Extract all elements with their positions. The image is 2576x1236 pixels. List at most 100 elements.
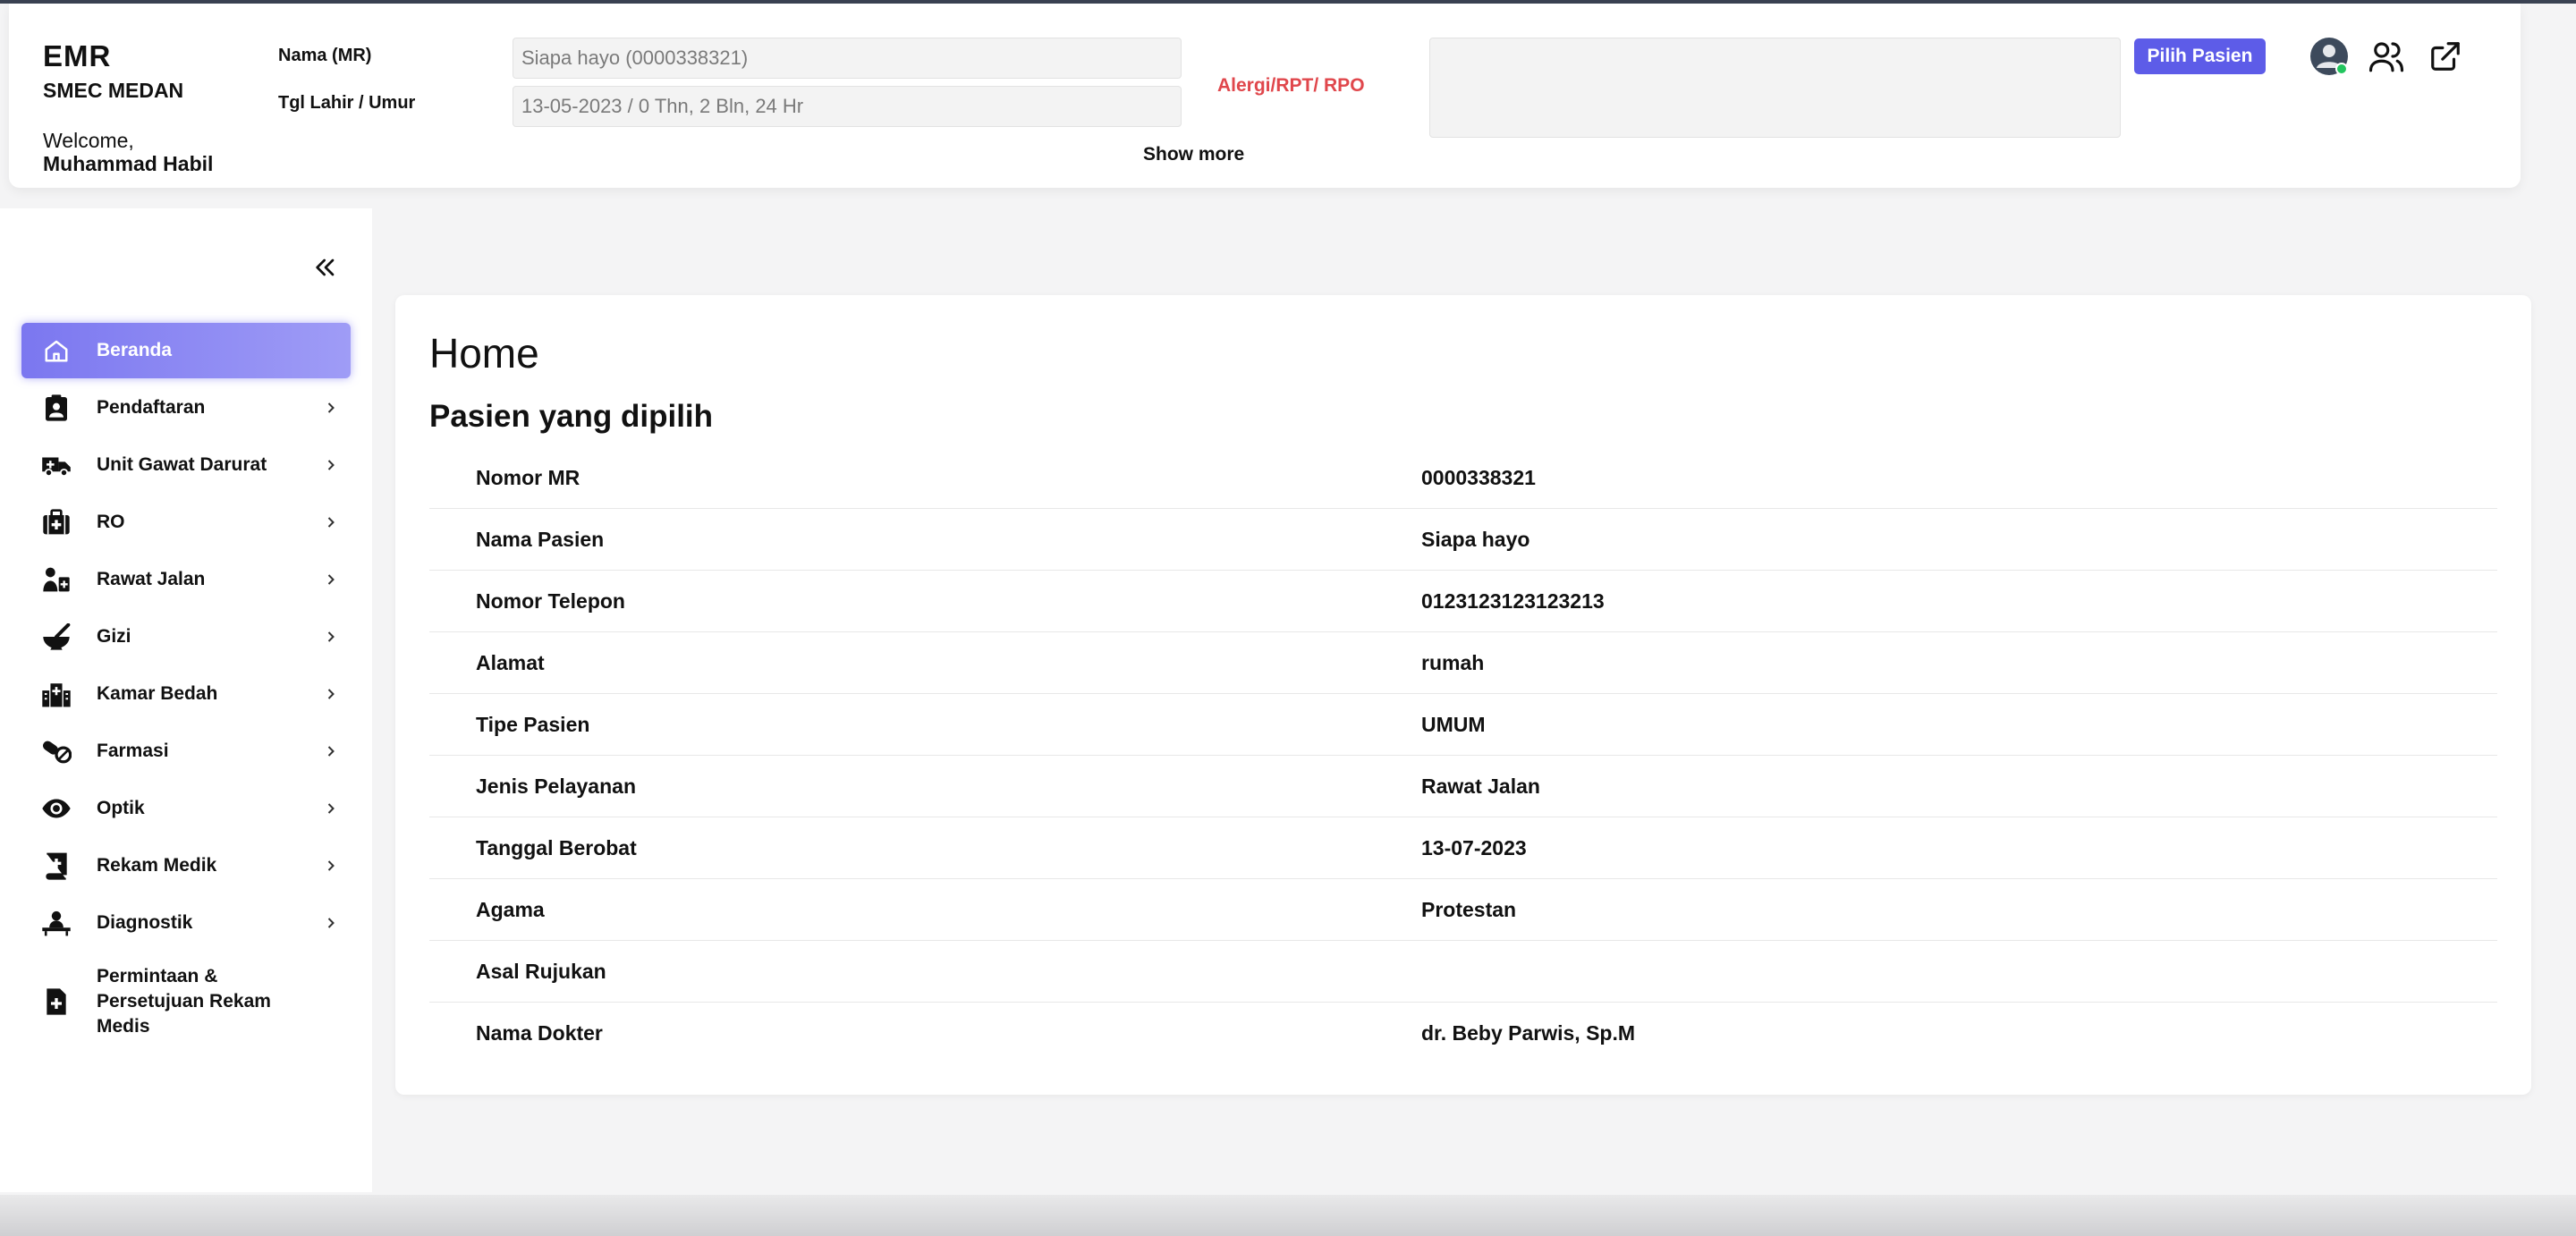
site-name: SMEC MEDAN — [43, 79, 184, 102]
table-row: Jenis Pelayanan Rawat Jalan — [429, 756, 2497, 817]
patient-name-field[interactable]: Siapa hayo (0000338321) — [513, 38, 1182, 79]
clipboard-user-icon — [41, 393, 72, 423]
row-label: Jenis Pelayanan — [476, 774, 636, 798]
selected-patient-card: Home Pasien yang dipilih Nomor MR 000033… — [395, 295, 2531, 1095]
table-row: Nomor Telepon 0123123123123213 — [429, 571, 2497, 632]
chevron-right-icon — [327, 918, 335, 928]
chevron-right-icon — [327, 860, 335, 871]
eye-icon — [41, 793, 72, 824]
chevron-right-icon — [327, 746, 335, 757]
sidebar-item-label: Gizi — [97, 626, 131, 647]
sidebar-item-beranda[interactable]: Beranda — [21, 323, 351, 378]
table-row: Asal Rujukan — [429, 941, 2497, 1003]
sidebar-item-label: Permintaan & Persetujuan Rekam Medis — [97, 966, 271, 1037]
row-label: Tipe Pasien — [476, 712, 590, 736]
table-row: Tipe Pasien UMUM — [429, 694, 2497, 756]
sidebar-item-label: Diagnostik — [97, 912, 193, 933]
row-label: Asal Rujukan — [476, 959, 606, 983]
chevron-right-icon — [327, 803, 335, 814]
section-title: Pasien yang dipilih — [429, 399, 714, 434]
row-value: 13-07-2023 — [1421, 835, 1527, 859]
sidebar-item-label: Pendaftaran — [97, 397, 206, 418]
chevron-right-icon — [327, 517, 335, 528]
chevron-right-icon — [327, 402, 335, 413]
sidebar-item-ro[interactable]: RO — [21, 495, 351, 550]
sidebar-item-rekam-medik[interactable]: Rekam Medik — [21, 838, 351, 893]
row-label: Nama Pasien — [476, 527, 605, 551]
user-name: Muhammad Habil — [43, 152, 214, 175]
welcome-label: Welcome, — [43, 129, 134, 152]
row-label: Nomor Telepon — [476, 588, 625, 613]
sidebar-item-label: Farmasi — [97, 741, 169, 761]
sidebar-item-diagnostik[interactable]: Diagnostik — [21, 895, 351, 951]
ambulance-icon — [41, 450, 72, 480]
collapse-sidebar-button[interactable] — [311, 253, 340, 282]
app-name: EMR — [43, 39, 112, 72]
sidebar-item-label: Kamar Bedah — [97, 683, 218, 704]
sidebar-item-kamar-bedah[interactable]: Kamar Bedah — [21, 666, 351, 722]
pick-patient-button[interactable]: Pilih Pasien — [2134, 38, 2266, 74]
open-external-button[interactable] — [2424, 35, 2467, 78]
table-row: Alamat rumah — [429, 632, 2497, 694]
row-value: Protestan — [1421, 897, 1517, 921]
table-row: Nomor MR 0000338321 — [429, 447, 2497, 509]
table-row: Agama Protestan — [429, 879, 2497, 941]
sidebar-item-label: Unit Gawat Darurat — [97, 454, 267, 475]
header: EMR SMEC MEDAN Welcome, Muhammad Habil N… — [9, 4, 2521, 188]
chevrons-left-icon — [316, 258, 335, 276]
dob-field[interactable]: 13-05-2023 / 0 Thn, 2 Bln, 24 Hr — [513, 86, 1182, 127]
pills-icon — [41, 736, 72, 766]
row-value: Rawat Jalan — [1421, 774, 1540, 798]
chevron-right-icon — [327, 631, 335, 642]
doctor-examination-icon — [41, 908, 72, 938]
sidebar-item-label: Optik — [97, 798, 145, 818]
row-value: UMUM — [1421, 712, 1486, 736]
dob-label: Tgl Lahir / Umur — [278, 93, 416, 113]
allergy-label: Alergi/RPT/ RPO — [1217, 75, 1365, 96]
page-title: Home — [429, 330, 539, 377]
hospital-icon — [41, 679, 72, 709]
sidebar-item-ugd[interactable]: Unit Gawat Darurat — [21, 437, 351, 493]
row-value: rumah — [1421, 650, 1485, 674]
sidebar: Beranda Pendaftaran Unit Gawat Darurat R… — [0, 208, 372, 1192]
window-bottom-edge — [0, 1195, 2576, 1236]
sidebar-item-optik[interactable]: Optik — [21, 781, 351, 836]
home-icon — [41, 335, 72, 366]
row-label: Nomor MR — [476, 465, 580, 489]
sidebar-item-rawat-jalan[interactable]: Rawat Jalan — [21, 552, 351, 607]
chevron-right-icon — [327, 460, 335, 470]
mortar-pestle-icon — [41, 622, 72, 652]
chevron-right-icon — [327, 689, 335, 699]
row-label: Agama — [476, 897, 545, 921]
medical-book-icon — [41, 851, 72, 881]
sidebar-item-label: Beranda — [97, 340, 173, 360]
chevron-right-icon — [327, 574, 335, 585]
row-value: Siapa hayo — [1421, 527, 1530, 551]
users-icon — [2368, 42, 2404, 72]
row-value: 0123123123123213 — [1421, 588, 1605, 613]
row-value: dr. Beby Parwis, Sp.M — [1421, 1021, 1636, 1045]
external-link-icon — [2431, 42, 2460, 71]
row-label: Nama Dokter — [476, 1021, 603, 1045]
avatar-icon — [2310, 38, 2348, 75]
file-medical-icon — [41, 986, 72, 1017]
sidebar-item-label: RO — [97, 512, 125, 532]
patient-name-label: Nama (MR) — [278, 46, 372, 65]
sidebar-item-gizi[interactable]: Gizi — [21, 609, 351, 665]
sidebar-item-permintaan-rekam-medis[interactable]: Permintaan & Persetujuan Rekam Medis — [21, 961, 351, 1042]
row-label: Tanggal Berobat — [476, 835, 637, 859]
user-avatar-button[interactable] — [2308, 35, 2351, 78]
row-label: Alamat — [476, 650, 545, 674]
sidebar-item-pendaftaran[interactable]: Pendaftaran — [21, 380, 351, 436]
sidebar-item-label: Rawat Jalan — [97, 569, 206, 589]
table-row: Nama Dokter dr. Beby Parwis, Sp.M — [429, 1003, 2497, 1064]
table-row: Nama Pasien Siapa hayo — [429, 509, 2497, 571]
table-row: Tanggal Berobat 13-07-2023 — [429, 817, 2497, 879]
medical-kit-icon — [41, 507, 72, 538]
patient-icon — [41, 564, 72, 595]
sidebar-item-label: Rekam Medik — [97, 855, 217, 876]
users-button[interactable] — [2365, 35, 2408, 78]
sidebar-item-farmasi[interactable]: Farmasi — [21, 724, 351, 779]
show-more-link[interactable]: Show more — [1143, 144, 1244, 165]
allergy-field[interactable] — [1429, 38, 2121, 138]
